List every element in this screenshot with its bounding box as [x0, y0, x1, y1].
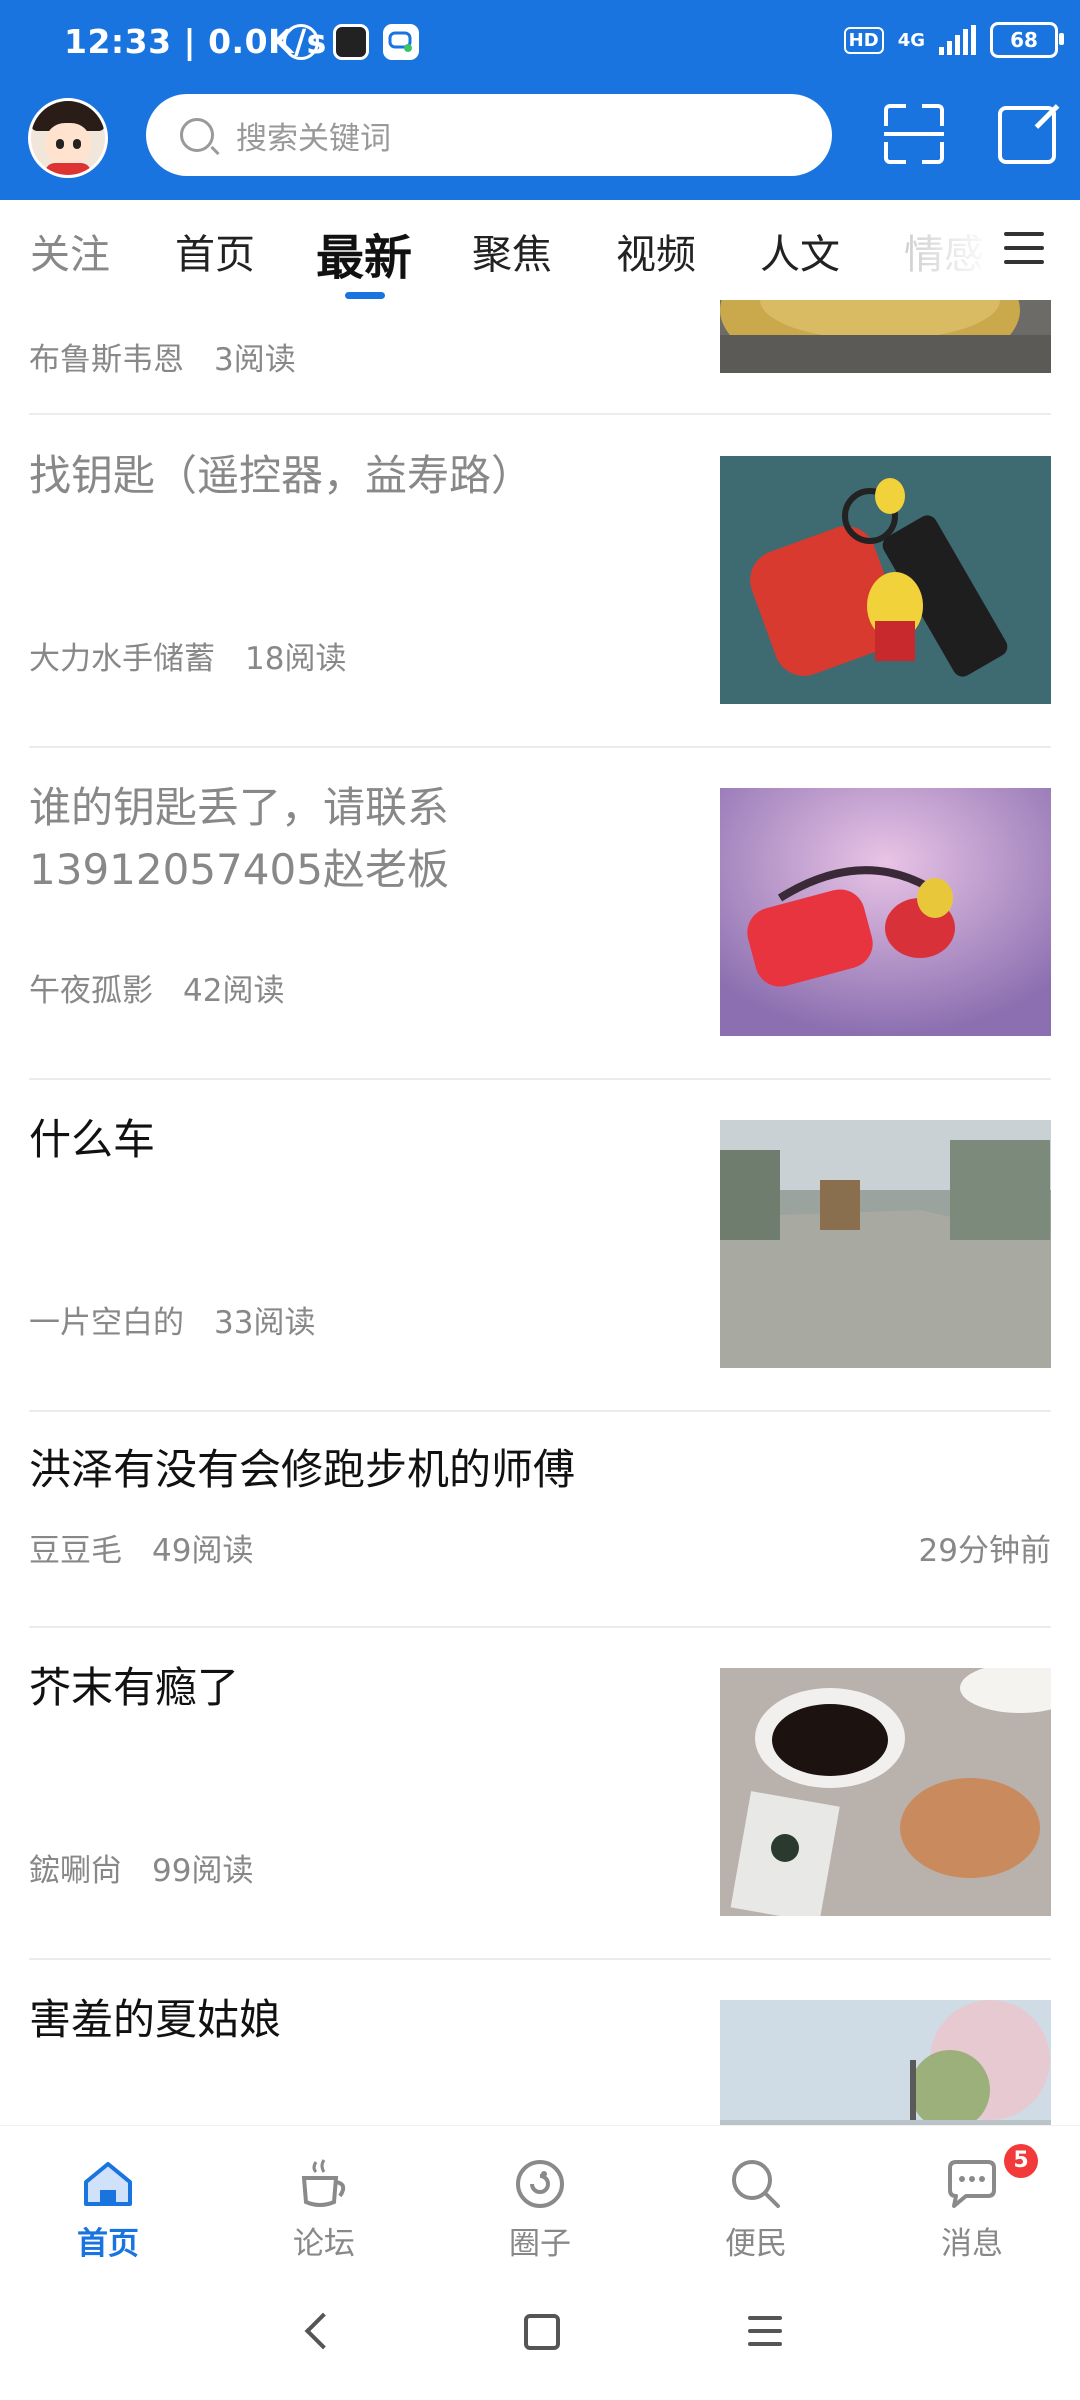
recents-icon[interactable]: [748, 2316, 782, 2355]
item-title: 芥末有瘾了: [29, 1663, 240, 1712]
nav-messages[interactable]: 5 消息: [864, 2126, 1080, 2269]
author-name: 豆豆毛: [29, 1533, 122, 1569]
scan-icon[interactable]: [884, 104, 944, 164]
coffee-icon: [301, 2159, 346, 2207]
back-icon[interactable]: [304, 2312, 342, 2350]
list-item[interactable]: 谁的钥匙丢了，请联系13912057405赵老板 午夜孤影 42阅读: [0, 747, 1080, 1080]
author-name: 大力水手储蓄: [29, 641, 215, 677]
app-icon: [333, 24, 369, 60]
tab-follow[interactable]: 关注: [30, 222, 110, 280]
list-item[interactable]: 什么车 一片空白的 33阅读: [0, 1079, 1080, 1412]
thumbnail-blossom: [720, 2000, 1051, 2125]
thumbnail-road: [720, 1120, 1051, 1368]
nav-forum[interactable]: 论坛: [216, 2126, 432, 2269]
item-title: 什么车: [29, 1115, 156, 1164]
tab-focus[interactable]: 聚焦: [472, 222, 552, 280]
home-button-icon[interactable]: [524, 2314, 560, 2350]
read-count: 49阅读: [152, 1533, 254, 1569]
home-icon: [84, 2162, 132, 2206]
nav-label: 首页: [77, 2226, 139, 2262]
hd-badge: HD: [843, 26, 884, 54]
read-count: 3阅读: [214, 342, 296, 378]
edit-icon[interactable]: [998, 106, 1056, 164]
message-icon: [948, 2160, 996, 2208]
avatar[interactable]: [28, 98, 108, 178]
tab-home[interactable]: 首页: [175, 222, 255, 280]
alarm-icon: [283, 24, 319, 60]
nav-label: 便民: [725, 2226, 787, 2262]
item-title: 谁的钥匙丢了，请联系13912057405赵老板: [29, 783, 450, 894]
read-count: 18阅读: [245, 641, 347, 677]
tab-video[interactable]: 视频: [616, 222, 696, 280]
item-title: 害羞的夏姑娘: [29, 1995, 282, 2044]
list-item[interactable]: 布鲁斯韦恩 3阅读: [0, 300, 1080, 415]
status-bar: 12:33 | 0.0K/s HD 4G 68: [0, 0, 1080, 88]
search-icon: [732, 2160, 780, 2208]
menu-icon[interactable]: [1004, 232, 1044, 264]
nav-circle[interactable]: 圈子: [432, 2126, 648, 2269]
search-icon: [180, 118, 214, 152]
read-count: 42阅读: [183, 973, 285, 1009]
news-feed: 布鲁斯韦恩 3阅读 找钥匙（遥控器，益寿路） 大力水手储蓄 18阅读 谁的钥匙丢了，…: [0, 300, 1080, 2125]
item-title: 找钥匙（遥控器，益寿路）: [29, 451, 534, 500]
unread-badge: 5: [1004, 2144, 1038, 2178]
thumbnail-wasabi: [720, 1668, 1051, 1916]
nav-label: 圈子: [509, 2226, 571, 2262]
list-item[interactable]: 找钥匙（遥控器，益寿路） 大力水手储蓄 18阅读: [0, 415, 1080, 748]
network-label: 4G: [897, 29, 925, 51]
list-item[interactable]: 洪泽有没有会修跑步机的师傅 豆豆毛 49阅读 29分钟前: [0, 1411, 1080, 1628]
system-navigation-bar: [0, 2268, 1080, 2400]
nav-home[interactable]: 首页: [0, 2126, 216, 2269]
list-item[interactable]: 害羞的夏姑娘: [0, 1959, 1080, 2125]
search-bar[interactable]: 搜索关键词: [146, 94, 832, 176]
item-title: 洪泽有没有会修跑步机的师傅: [29, 1445, 576, 1494]
circle-icon: [516, 2160, 564, 2208]
tab-latest[interactable]: 最新: [316, 218, 412, 288]
tab-culture[interactable]: 人文: [760, 222, 840, 280]
chat-icon: [383, 24, 419, 60]
search-placeholder: 搜索关键词: [236, 120, 391, 157]
nav-label: 论坛: [293, 2226, 355, 2262]
thumbnail-red-key: [720, 788, 1051, 1036]
post-time: 29分钟前: [918, 1533, 1051, 1569]
battery-icon: 68: [990, 22, 1064, 58]
author-name: 一片空白的: [29, 1305, 184, 1341]
thumbnail-keys: [720, 456, 1051, 704]
list-item[interactable]: 芥末有瘾了 鋐唰尙 99阅读: [0, 1627, 1080, 1960]
active-tab-indicator: [345, 292, 385, 299]
thumbnail-durian: [720, 300, 1051, 373]
author-name: 布鲁斯韦恩: [29, 342, 184, 378]
author-name: 午夜孤影: [29, 973, 153, 1009]
read-count: 33阅读: [214, 1305, 316, 1341]
read-count: 99阅读: [152, 1853, 254, 1889]
nav-label: 消息: [941, 2226, 1003, 2262]
nav-service[interactable]: 便民: [648, 2126, 864, 2269]
bottom-navigation: 首页 论坛 圈子 便民 5 消息: [0, 2125, 1080, 2269]
author-name: 鋐唰尙: [29, 1853, 122, 1889]
signal-icon: [939, 25, 976, 55]
